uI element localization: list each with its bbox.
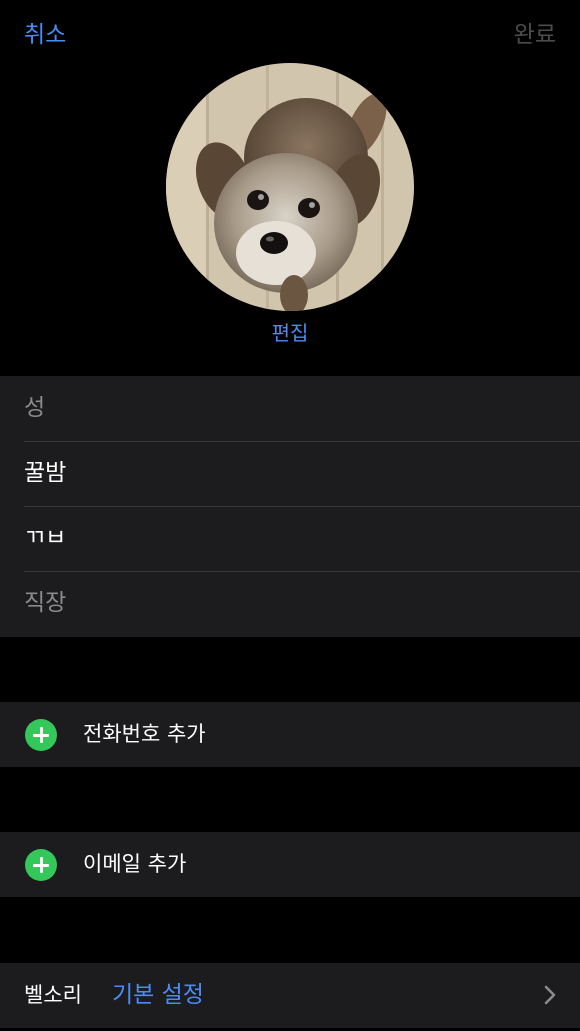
dog-photo-illustration <box>166 63 414 311</box>
last-name-field[interactable]: 성 <box>24 376 580 442</box>
first-name-field[interactable]: 꿀밤 <box>24 441 580 507</box>
add-email-label: 이메일 추가 <box>83 852 187 876</box>
add-phone-row[interactable]: 전화번호 추가 <box>0 702 580 767</box>
ringtone-label: 벨소리 <box>24 983 82 1007</box>
navigation-bar: 취소 완료 <box>0 0 580 72</box>
company-field[interactable]: 직장 <box>24 571 580 636</box>
plus-circle-icon[interactable] <box>25 719 57 751</box>
plus-circle-icon[interactable] <box>25 849 57 881</box>
done-button[interactable]: 완료 <box>514 18 556 52</box>
contact-photo[interactable] <box>166 63 414 311</box>
cancel-button[interactable]: 취소 <box>24 18 66 52</box>
chevron-right-icon <box>544 985 556 1005</box>
ringtone-value: 기본 설정 <box>112 982 204 1008</box>
add-email-row[interactable]: 이메일 추가 <box>0 832 580 897</box>
ringtone-row[interactable]: 벨소리 기본 설정 <box>0 963 580 1028</box>
add-phone-label: 전화번호 추가 <box>83 722 206 746</box>
edit-photo-button[interactable]: 편집 <box>0 318 580 348</box>
name-fields-group: 성 꿀밤 ㄲㅂ 직장 <box>0 376 580 637</box>
phonetic-name-field[interactable]: ㄲㅂ <box>24 506 580 572</box>
